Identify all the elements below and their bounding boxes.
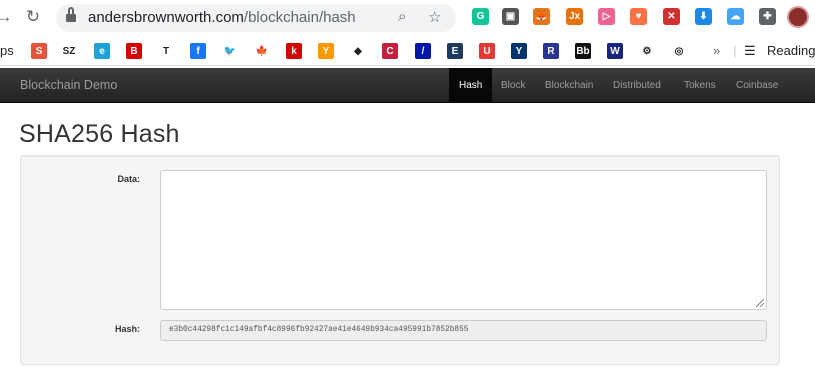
address-bar[interactable]: andersbrownworth.com/blockchain/hash ⌕ ☆ [56,4,456,32]
brand-link[interactable]: Blockchain Demo [20,78,117,92]
edge-bookmark-icon[interactable]: e [94,43,110,59]
profile-avatar[interactable] [787,6,809,28]
nav-distributed[interactable]: Distributed [603,68,671,103]
economist-bookmark-icon[interactable]: E [447,43,463,59]
red-extension-icon[interactable]: ✕ [663,8,680,25]
data-textarea[interactable] [160,170,767,310]
bb-bookmark-icon[interactable]: Bb [575,43,591,59]
nav-coinbase[interactable]: Coinbase [726,68,788,103]
more-bookmarks-icon[interactable]: » [713,43,720,58]
reload-icon[interactable]: ↻ [23,7,43,27]
bookmark-apps-label[interactable]: ps [0,43,14,58]
forward-arrow-icon[interactable]: → [0,7,14,27]
bookmarks-bar: ps S SZ e B Tf 🐦 🍁 k Y ◆ C / E U Y R Bb W ⚙ ◎ » | ☰ Reading [0,36,815,66]
cloud-icon[interactable]: ☁ [727,8,744,25]
k-bookmark-icon[interactable]: k [286,43,302,59]
sz-bookmark-icon[interactable]: SZ [61,43,77,59]
hash-output: e3b0c44298fc1c149afbf4c8996fb92427ae41e4… [160,320,767,341]
nav-block[interactable]: Block [491,68,535,103]
metamask-icon[interactable]: 🦊 [533,8,550,25]
hsbc-bookmark-icon[interactable]: ◆ [350,43,366,59]
data-label: Data: [117,174,140,184]
bookmark-star-icon[interactable]: ☆ [428,8,441,26]
heart-icon[interactable]: ♥ [630,8,647,25]
reading-list-label[interactable]: Reading [767,43,815,58]
facebook-bookmark-icon[interactable]: f [190,43,206,59]
gear-bookmark-icon[interactable]: ⚙ [639,43,655,59]
yale-bookmark-icon[interactable]: Y [511,43,527,59]
lock-icon[interactable] [66,7,76,24]
puzzle-icon[interactable]: ✚ [759,8,776,25]
s-bookmark-icon[interactable]: S [31,43,47,59]
resize-handle-icon[interactable] [756,299,764,307]
deutsche-bank-bookmark-icon[interactable]: / [415,43,431,59]
r-bookmark-icon[interactable]: R [543,43,559,59]
url-text[interactable]: andersbrownworth.com/blockchain/hash [88,9,356,26]
download-icon[interactable]: ⬇ [695,8,712,25]
filter-bookmark-icon[interactable]: Y [318,43,334,59]
hash-label: Hash: [114,324,140,334]
u-bookmark-icon[interactable]: U [479,43,495,59]
page-title: SHA256 Hash [19,120,180,148]
reading-list-icon[interactable]: ☰ [744,43,756,59]
hash-form: Data: Hash: e3b0c44298fc1c149afbf4c8996f… [20,155,780,365]
bild-bookmark-icon[interactable]: B [126,43,142,59]
video-icon[interactable]: ▷ [598,8,615,25]
site-navbar: Blockchain Demo Hash Block Blockchain Distr… [0,68,815,103]
grammarly-icon[interactable]: G [472,8,489,25]
nav-hash[interactable]: Hash [449,68,493,103]
nav-blockchain[interactable]: Blockchain [535,68,603,103]
pocket-icon[interactable]: ▣ [502,8,519,25]
twitter-bookmark-icon[interactable]: 🐦 [222,43,238,59]
zoom-icon[interactable]: ⌕ [398,8,406,25]
nav-tokens[interactable]: Tokens [674,68,726,103]
bookmarks-divider: | [733,43,737,58]
nyt-bookmark-icon[interactable]: T [158,43,174,59]
browser-toolbar: → ↻ andersbrownworth.com/blockchain/hash… [0,0,815,36]
w-bookmark-icon[interactable]: W [607,43,623,59]
maple-leaf-bookmark-icon[interactable]: 🍁 [254,43,270,59]
jx-icon[interactable]: Jx [566,8,583,25]
target-bookmark-icon[interactable]: ◎ [671,43,687,59]
cibc-bookmark-icon[interactable]: C [382,43,398,59]
